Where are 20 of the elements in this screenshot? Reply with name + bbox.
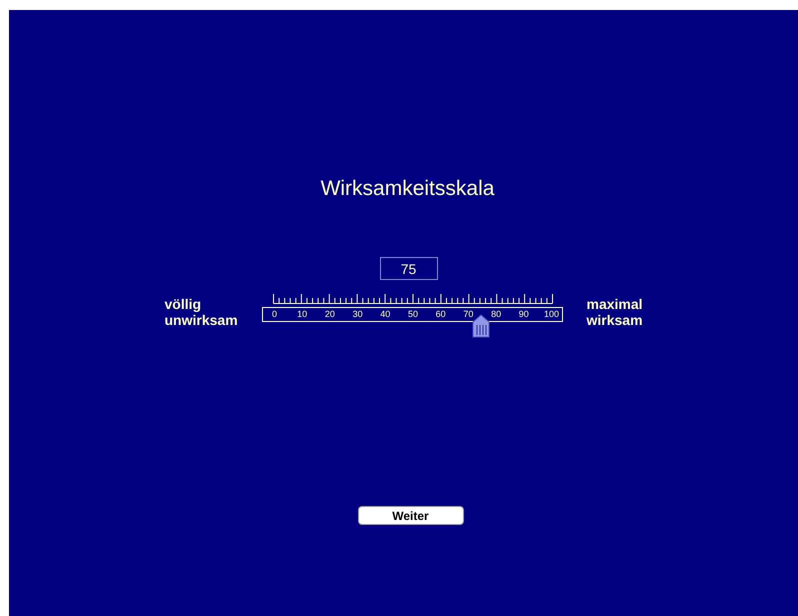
tick-label: 40 [380,308,390,321]
scale-label: völlig [164,296,202,312]
tick-label: 80 [491,308,502,321]
tick-label: 60 [436,308,446,321]
tick-label: 100 [544,308,560,321]
slider-track[interactable]: 0 10 20 30 40 50 60 70 80 90 100 [262,307,562,322]
tick-label: 90 [518,308,529,321]
scale-label: unwirksam [164,312,239,328]
scale-label: wirksam [586,312,644,328]
scale-label: maximal [586,296,644,312]
tick-label: 10 [297,308,308,321]
tick-label: 50 [408,308,418,321]
tick-label: 20 [324,308,335,321]
tick-label: 0 [272,308,277,321]
page-title: Wirksamkeitsskala [320,177,494,201]
next-button[interactable]: Weiter [358,506,464,525]
value-field: 75 [380,257,438,280]
tick-label: 70 [463,308,474,321]
slider-thumb[interactable] [472,314,490,338]
tick-label: 30 [352,308,363,321]
